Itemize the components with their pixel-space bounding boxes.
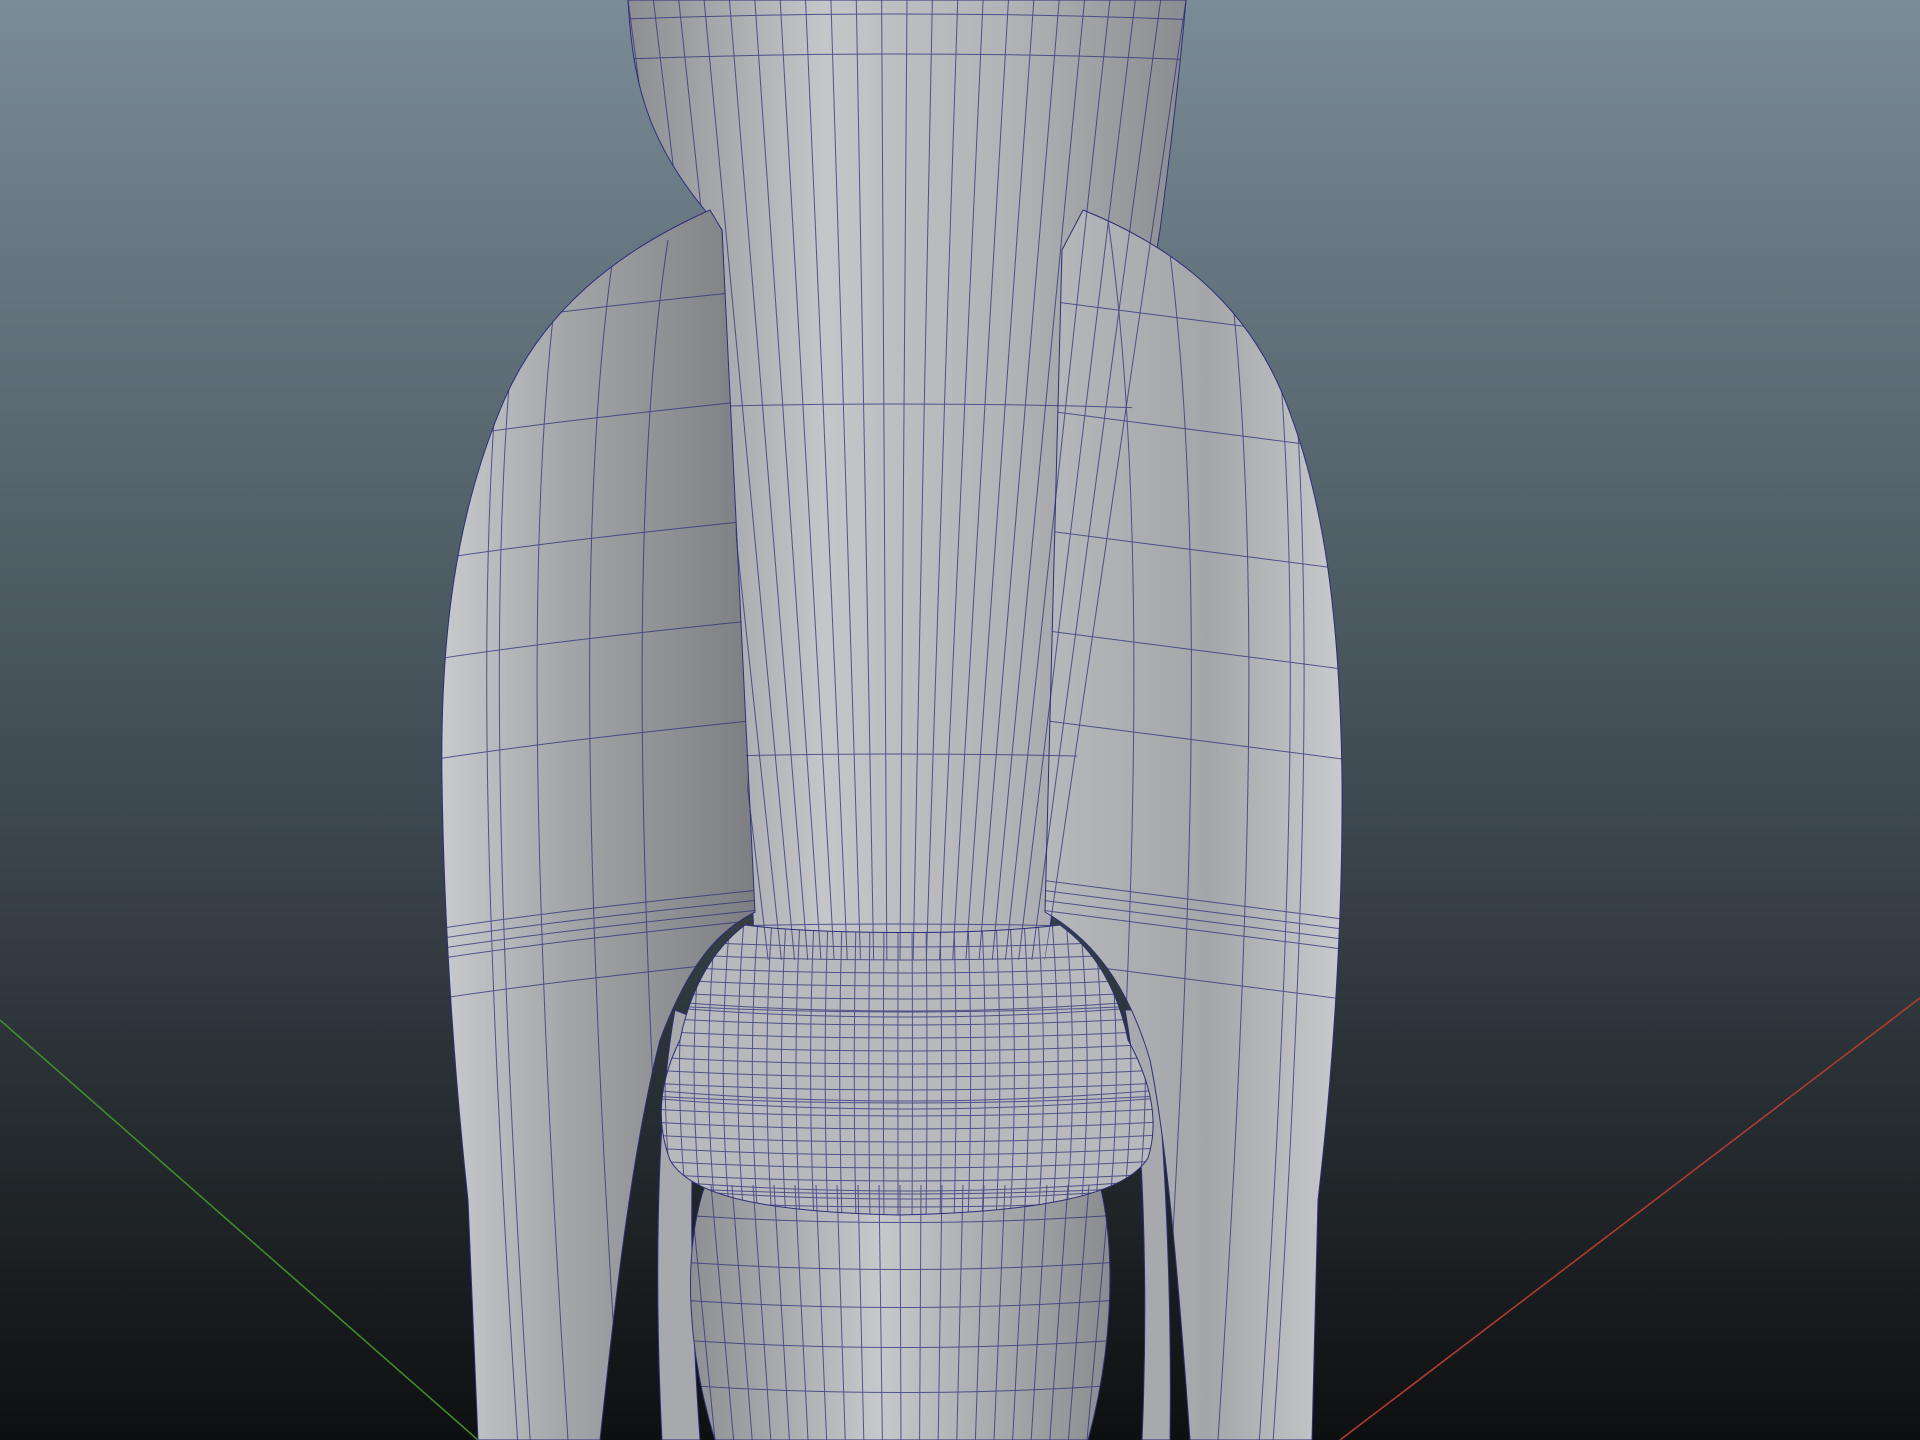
viewport-canvas[interactable] — [0, 0, 1920, 1440]
rocket-engine-ring[interactable] — [660, 924, 1154, 1216]
3d-viewport[interactable] — [0, 0, 1920, 1440]
